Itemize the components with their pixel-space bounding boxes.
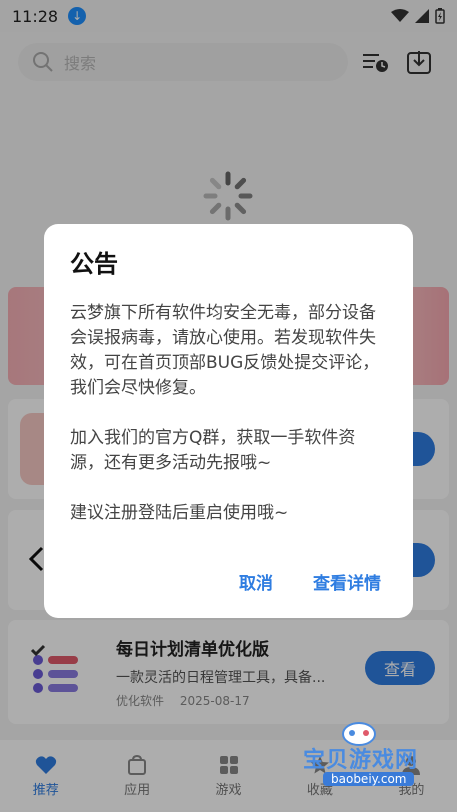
dialog-title: 公告	[70, 250, 118, 278]
watermark-url: baobeiy.com	[323, 772, 415, 786]
dialog-body: 云梦旗下所有软件均安全无毒，部分设备会误报病毒，请放心使用。若发现软件失效，可在…	[70, 303, 380, 523]
dialog-actions: 取消 查看详情	[239, 569, 381, 594]
watermark-text: 宝贝游戏网	[303, 748, 419, 773]
watermark-logo: 宝贝游戏网 baobeiy.com	[303, 722, 427, 792]
view-details-button[interactable]: 查看详情	[313, 569, 381, 594]
cancel-button[interactable]: 取消	[239, 569, 273, 594]
announcement-dialog: 公告 云梦旗下所有软件均安全无毒，部分设备会误报病毒，请放心使用。若发现软件失效…	[44, 224, 413, 618]
